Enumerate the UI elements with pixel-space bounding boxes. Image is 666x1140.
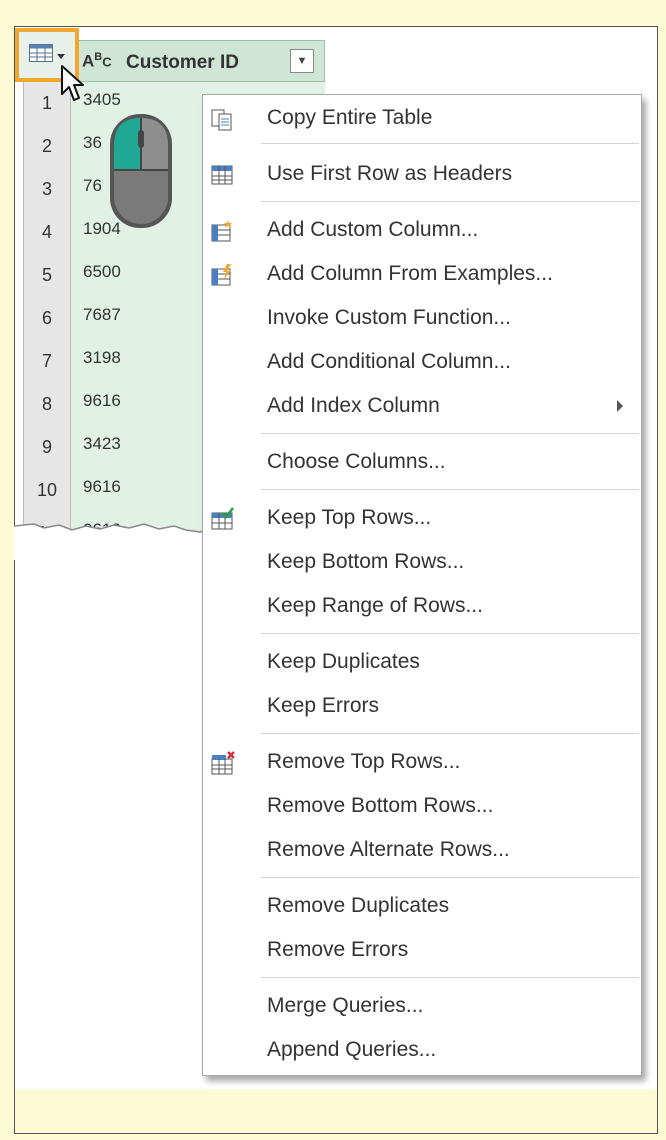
menu-item-keep-errors[interactable]: Keep Errors bbox=[203, 685, 641, 729]
menu-item-append-queries[interactable]: Append Queries... bbox=[203, 1029, 641, 1073]
remove-rows-icon bbox=[211, 751, 235, 775]
menu-separator bbox=[261, 977, 639, 978]
copy-table-icon bbox=[211, 109, 232, 131]
menu-item-label: Keep Range of Rows... bbox=[267, 594, 483, 617]
menu-separator bbox=[261, 143, 639, 144]
menu-item-label: Invoke Custom Function... bbox=[267, 306, 511, 329]
column-filter-dropdown-button[interactable]: ▼ bbox=[290, 49, 314, 73]
row-number[interactable]: 2 bbox=[23, 125, 71, 168]
menu-item-remove-top-rows[interactable]: Remove Top Rows... bbox=[203, 741, 641, 785]
menu-item-label: Merge Queries... bbox=[267, 994, 424, 1017]
menu-separator bbox=[261, 489, 639, 490]
row-number[interactable]: 5 bbox=[23, 254, 71, 297]
menu-separator bbox=[261, 433, 639, 434]
menu-item-label: Add Column From Examples... bbox=[267, 262, 553, 285]
table-menu-dropdown-arrow-icon bbox=[57, 54, 65, 59]
table-headers-icon bbox=[211, 165, 233, 185]
menu-item-label: Add Conditional Column... bbox=[267, 350, 511, 373]
menu-item-label: Choose Columns... bbox=[267, 450, 446, 473]
menu-item-label: Copy Entire Table bbox=[267, 106, 433, 129]
menu-item-merge-queries[interactable]: Merge Queries... bbox=[203, 985, 641, 1029]
menu-item-remove-bottom-rows[interactable]: Remove Bottom Rows... bbox=[203, 785, 641, 829]
row-number[interactable]: 6 bbox=[23, 297, 71, 340]
menu-item-label: Keep Errors bbox=[267, 694, 380, 717]
menu-item-keep-range-of-rows[interactable]: Keep Range of Rows... bbox=[203, 585, 641, 629]
menu-item-keep-duplicates[interactable]: Keep Duplicates bbox=[203, 641, 641, 685]
menu-item-use-first-row-as-headers[interactable]: Use First Row as Headers bbox=[203, 153, 641, 197]
menu-item-label: Add Index Column bbox=[267, 394, 440, 417]
menu-item-label: Remove Errors bbox=[267, 938, 409, 961]
keep-rows-icon bbox=[211, 507, 234, 530]
row-number[interactable]: 7 bbox=[23, 340, 71, 383]
menu-item-choose-columns[interactable]: Choose Columns... bbox=[203, 441, 641, 485]
menu-item-invoke-custom-function[interactable]: Invoke Custom Function... bbox=[203, 297, 641, 341]
menu-item-add-index-column[interactable]: Add Index Column bbox=[203, 385, 641, 429]
column-title[interactable]: Customer ID bbox=[126, 52, 239, 74]
menu-item-remove-duplicates[interactable]: Remove Duplicates bbox=[203, 885, 641, 929]
row-number[interactable]: 3 bbox=[23, 168, 71, 211]
menu-item-label: Append Queries... bbox=[267, 1038, 437, 1061]
row-number[interactable]: 10 bbox=[23, 469, 71, 512]
menu-item-add-conditional-column[interactable]: Add Conditional Column... bbox=[203, 341, 641, 385]
menu-item-copy-entire-table[interactable]: Copy Entire Table bbox=[203, 97, 641, 141]
menu-item-add-custom-column[interactable]: Add Custom Column... bbox=[203, 209, 641, 253]
menu-item-label: Remove Duplicates bbox=[267, 894, 450, 917]
abc-type-icon[interactable]: ABC bbox=[82, 51, 112, 72]
menu-item-label: Add Custom Column... bbox=[267, 218, 479, 241]
row-number[interactable]: 8 bbox=[23, 383, 71, 426]
table-icon bbox=[29, 44, 53, 62]
menu-item-remove-errors[interactable]: Remove Errors bbox=[203, 929, 641, 973]
menu-item-label: Keep Bottom Rows... bbox=[267, 550, 465, 573]
menu-item-keep-bottom-rows[interactable]: Keep Bottom Rows... bbox=[203, 541, 641, 585]
menu-item-label: Remove Bottom Rows... bbox=[267, 794, 494, 817]
submenu-arrow-icon bbox=[617, 400, 623, 412]
custom-column-icon bbox=[211, 220, 232, 242]
menu-separator bbox=[261, 633, 639, 634]
menu-item-add-column-from-examples[interactable]: Add Column From Examples... bbox=[203, 253, 641, 297]
menu-item-remove-alternate-rows[interactable]: Remove Alternate Rows... bbox=[203, 829, 641, 873]
menu-item-label: Keep Top Rows... bbox=[267, 506, 432, 529]
menu-item-label: Remove Alternate Rows... bbox=[267, 838, 510, 861]
mouse-click-icon bbox=[110, 114, 172, 228]
row-number[interactable]: 4 bbox=[23, 211, 71, 254]
column-examples-icon bbox=[211, 264, 231, 286]
menu-item-label: Keep Duplicates bbox=[267, 650, 420, 673]
menu-item-keep-top-rows[interactable]: Keep Top Rows... bbox=[203, 497, 641, 541]
menu-separator bbox=[261, 201, 639, 202]
menu-separator bbox=[261, 733, 639, 734]
menu-separator bbox=[261, 877, 639, 878]
menu-item-label: Use First Row as Headers bbox=[267, 162, 513, 185]
table-context-menu: Copy Entire Table Use First Row as Header… bbox=[202, 94, 642, 1076]
menu-item-label: Remove Top Rows... bbox=[267, 750, 461, 773]
mouse-cursor-icon bbox=[61, 65, 84, 101]
row-number[interactable]: 9 bbox=[23, 426, 71, 469]
